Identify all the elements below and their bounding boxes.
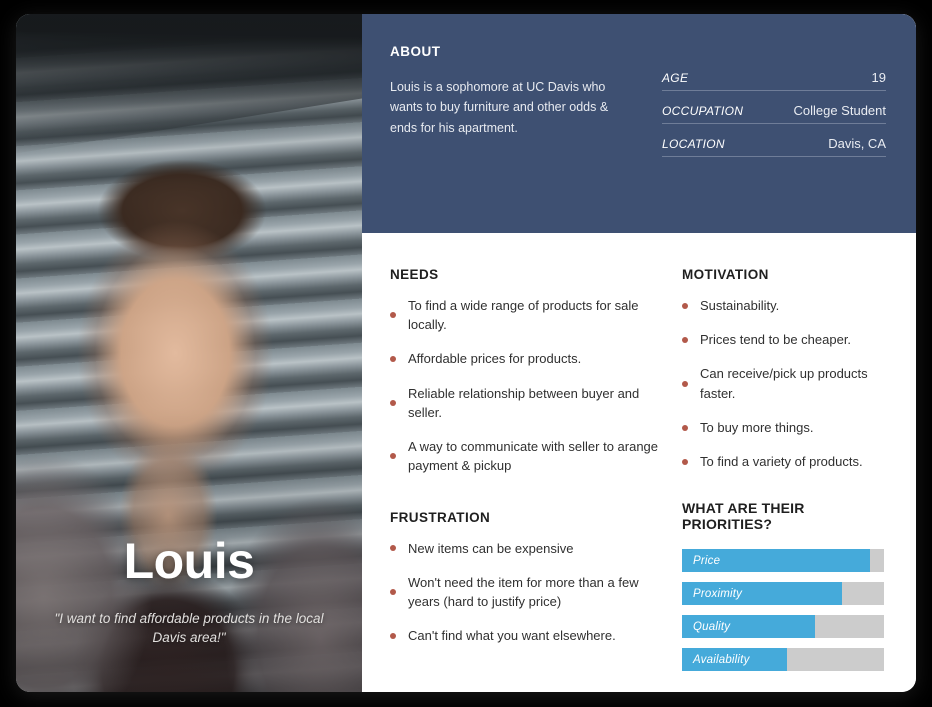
list-item: Can't find what you want elsewhere. <box>390 626 658 645</box>
list-item: Affordable prices for products. <box>390 349 658 368</box>
list-item: Can receive/pick up products faster. <box>682 364 886 402</box>
stat-value-age: 19 <box>871 70 886 85</box>
frustration-item-text: Can't find what you want elsewhere. <box>408 628 616 644</box>
motivation-priorities-column: MOTIVATION Sustainability. Prices tend t… <box>682 267 886 692</box>
bullet-dot-icon <box>390 589 396 596</box>
stat-label-age: AGE <box>662 71 689 85</box>
about-heading: ABOUT <box>390 44 441 59</box>
bullet-dot-icon <box>682 380 688 387</box>
list-item: To find a wide range of products for sal… <box>390 296 658 334</box>
about-section: ABOUT Louis is a sophomore at UC Davis w… <box>362 14 916 233</box>
about-description: Louis is a sophomore at UC Davis who wan… <box>390 80 609 135</box>
bullet-dot-icon <box>682 458 688 465</box>
bullet-dot-icon <box>390 399 396 406</box>
list-item: A way to communicate with seller to aran… <box>390 437 658 475</box>
frustration-item-text: New items can be expensive <box>408 540 574 556</box>
priority-bar-track: Availability <box>682 648 884 672</box>
motivation-item-text: Prices tend to be cheaper. <box>700 332 852 348</box>
priorities-heading: WHAT ARE THEIR PRIORITIES? <box>682 500 805 533</box>
needs-item-text: Affordable prices for products. <box>408 351 582 367</box>
bullet-dot-icon <box>390 632 396 639</box>
priority-bar-row: Price <box>682 549 886 573</box>
bullet-dot-icon <box>390 545 396 552</box>
persona-card: Louis "I want to find affordable product… <box>16 14 916 692</box>
frustration-heading: FRUSTRATION <box>390 509 491 525</box>
about-stats-table: AGE 19 OCCUPATION College Student LOCATI… <box>662 44 886 233</box>
priorities-chart-section: WHAT ARE THEIR PRIORITIES? Price Proximi… <box>682 500 886 672</box>
stat-value-occupation: College Student <box>793 103 886 118</box>
needs-item-text: To find a wide range of products for sal… <box>408 298 639 333</box>
motivation-item-text: To buy more things. <box>700 419 814 435</box>
needs-item-text: Reliable relationship between buyer and … <box>408 385 640 420</box>
priority-bar-row: Quality <box>682 615 886 639</box>
motivation-list: Sustainability. Prices tend to be cheape… <box>682 296 886 471</box>
persona-body: NEEDS To find a wide range of products f… <box>362 233 916 692</box>
list-item: New items can be expensive <box>390 539 658 558</box>
priority-bar-row: Proximity <box>682 582 886 606</box>
persona-content-panel: ABOUT Louis is a sophomore at UC Davis w… <box>362 14 916 692</box>
needs-section: NEEDS To find a wide range of products f… <box>390 267 658 476</box>
list-item: To find a variety of products. <box>682 452 886 471</box>
motivation-item-text: To find a variety of products. <box>700 454 863 470</box>
persona-quote: "I want to find affordable products in t… <box>54 610 324 646</box>
bullet-dot-icon <box>390 356 396 363</box>
stat-row-location: LOCATION Davis, CA <box>662 136 886 157</box>
stat-row-age: AGE 19 <box>662 70 886 91</box>
priority-bar-label: Proximity <box>693 587 743 600</box>
persona-name: Louis <box>123 532 255 589</box>
priority-bar-label: Price <box>693 554 721 567</box>
motivation-section: MOTIVATION Sustainability. Prices tend t… <box>682 267 886 471</box>
priority-bar-track: Price <box>682 549 884 573</box>
list-item: Sustainability. <box>682 296 886 315</box>
priority-bar-row: Availability <box>682 648 886 672</box>
needs-item-text: A way to communicate with seller to aran… <box>408 439 659 474</box>
priority-bar-label: Availability <box>693 653 750 666</box>
needs-heading: NEEDS <box>390 267 439 282</box>
bullet-dot-icon <box>390 453 396 460</box>
motivation-item-text: Can receive/pick up products faster. <box>700 366 868 401</box>
needs-list: To find a wide range of products for sal… <box>390 296 658 476</box>
about-text-block: ABOUT Louis is a sophomore at UC Davis w… <box>390 44 632 233</box>
motivation-heading: MOTIVATION <box>682 267 769 282</box>
bullet-dot-icon <box>682 302 688 309</box>
stat-row-occupation: OCCUPATION College Student <box>662 103 886 124</box>
motivation-item-text: Sustainability. <box>700 298 780 313</box>
list-item: Won't need the item for more than a few … <box>390 573 658 611</box>
priority-bar-track: Quality <box>682 615 884 639</box>
frustration-item-text: Won't need the item for more than a few … <box>408 574 639 610</box>
stat-label-occupation: OCCUPATION <box>662 104 744 118</box>
list-item: Prices tend to be cheaper. <box>682 330 886 349</box>
bullet-dot-icon <box>682 336 688 343</box>
bullet-dot-icon <box>682 424 688 431</box>
frustration-section: FRUSTRATION New items can be expensive W… <box>390 510 658 646</box>
needs-frustration-column: NEEDS To find a wide range of products f… <box>390 267 658 692</box>
stat-label-location: LOCATION <box>662 137 725 151</box>
priority-bar-track: Proximity <box>682 582 884 606</box>
stat-value-location: Davis, CA <box>828 136 886 151</box>
list-item: Reliable relationship between buyer and … <box>390 384 658 422</box>
bullet-dot-icon <box>390 312 396 319</box>
priority-bar-label: Quality <box>693 620 731 633</box>
persona-caption: Louis "I want to find affordable product… <box>16 535 362 648</box>
frustration-list: New items can be expensive Won't need th… <box>390 539 658 646</box>
persona-photo-panel: Louis "I want to find affordable product… <box>16 14 362 692</box>
list-item: To buy more things. <box>682 418 886 437</box>
